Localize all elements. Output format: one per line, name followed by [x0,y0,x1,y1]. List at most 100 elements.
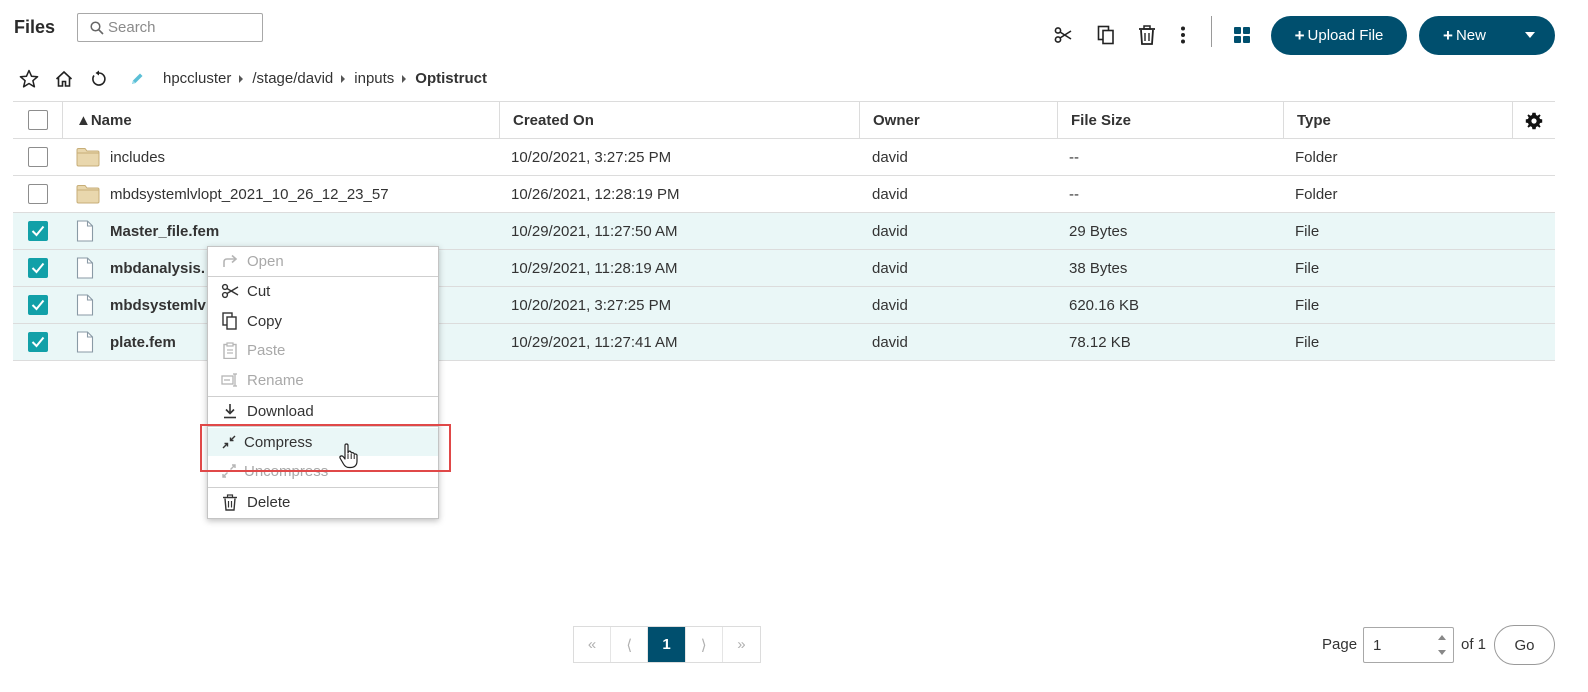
page-label: Page [1322,636,1358,653]
trash-icon [221,493,239,511]
annotation-highlight-box [200,424,451,472]
page-number-input[interactable] [1373,636,1435,654]
favorite-button[interactable] [19,69,39,89]
created-on-cell: 10/29/2021, 11:27:50 AM [511,222,678,240]
created-on-cell: 10/20/2021, 3:27:25 PM [511,296,672,314]
first-page-button[interactable]: « [574,627,612,662]
menu-item-delete[interactable]: Delete [208,488,438,516]
file-size-cell: 620.16 KB [1069,296,1140,314]
cut-toolbar-button[interactable] [1052,24,1074,46]
menu-item-copy-label: Copy [247,312,283,330]
file-name[interactable]: Master_file.fem [110,223,219,240]
breadcrumb-item-inputs[interactable]: inputs [354,70,394,87]
page-stepper[interactable] [1435,632,1449,658]
page-1-button[interactable]: 1 [648,627,686,662]
menu-item-copy[interactable]: Copy [208,307,438,335]
table-row[interactable]: mbdsystemlvlopt_2021_10_26_12_23_57 10/26… [13,176,1555,213]
upload-file-button[interactable]: + Upload File [1271,16,1407,55]
row-checkbox[interactable] [27,295,48,315]
row-select-cell [13,147,62,167]
name-cell[interactable]: plate.fem [76,324,176,360]
scissors-icon [221,282,239,300]
menu-item-rename[interactable]: Rename [208,366,438,394]
menu-item-download[interactable]: Download [208,397,438,425]
search-icon [90,20,104,35]
star-icon [19,69,39,88]
row-checkbox[interactable] [27,184,48,204]
type-cell: Folder [1295,185,1338,203]
select-all-cell [13,102,62,139]
refresh-button[interactable] [89,69,109,89]
search-box[interactable] [77,13,263,42]
chevron-up-icon[interactable] [1438,635,1446,640]
owner-cell: david [872,185,908,203]
chevron-down-icon[interactable] [1525,32,1535,38]
breadcrumb-caret-icon [239,74,244,83]
row-select-cell [13,332,62,352]
go-button[interactable]: Go [1494,625,1555,665]
table-row[interactable]: Master_file.fem 10/29/2021, 11:27:50 AM da… [13,213,1555,250]
name-cell[interactable]: mbdanalysis. [76,250,205,286]
breadcrumb-item-hpccluster[interactable]: hpccluster [163,70,231,87]
page-total-label: of 1 [1461,636,1487,653]
file-name[interactable]: plate.fem [110,334,176,351]
file-name[interactable]: mbdsystemlv [110,297,206,314]
edit-path-button[interactable] [127,69,147,89]
copy-toolbar-button[interactable] [1095,24,1117,46]
breadcrumb-current: Optistruct [415,70,487,87]
home-icon [55,70,73,87]
name-cell[interactable]: includes [76,139,165,175]
new-button[interactable]: + New [1419,16,1555,55]
menu-item-paste-label: Paste [247,341,286,359]
column-header-owner[interactable]: Owner [859,102,1057,139]
trash-icon [1139,25,1155,45]
owner-cell: david [872,222,908,240]
created-on-cell: 10/29/2021, 11:28:19 AM [511,259,678,277]
chevron-down-icon[interactable] [1438,650,1446,655]
breadcrumb-caret-icon [341,74,346,83]
more-options-button[interactable] [1172,24,1194,46]
row-checkbox[interactable] [27,332,48,352]
pencil-icon [132,73,143,84]
grid-view-button[interactable] [1231,24,1253,46]
file-name[interactable]: includes [110,149,165,166]
column-header-file-size[interactable]: File Size [1057,102,1283,139]
table-row[interactable]: includes 10/20/2021, 3:27:25 PM david -- Fol… [13,139,1555,176]
owner-cell: david [872,148,908,166]
menu-item-open[interactable]: Open [208,247,438,275]
column-header-created-on[interactable]: Created On [499,102,859,139]
type-cell: File [1295,296,1320,314]
name-cell[interactable]: mbdsystemlvlopt_2021_10_26_12_23_57 [76,176,389,212]
row-checkbox[interactable] [27,221,48,241]
name-cell[interactable]: Master_file.fem [76,213,219,249]
breadcrumb-item-stage-david[interactable]: /stage/david [252,70,333,87]
delete-toolbar-button[interactable] [1136,24,1158,46]
grid-icon [1234,27,1250,43]
menu-item-cut[interactable]: Cut [208,277,438,305]
row-select-cell [13,258,62,278]
row-checkbox[interactable] [27,258,48,278]
next-page-button[interactable]: ⟩ [686,627,723,662]
name-cell[interactable]: mbdsystemlv [76,287,206,323]
created-on-cell: 10/20/2021, 3:27:25 PM [511,148,672,166]
home-button[interactable] [54,69,74,89]
type-cell: File [1295,259,1320,277]
prev-page-button[interactable]: ⟨ [611,627,649,662]
column-settings-button[interactable] [1512,102,1555,139]
file-name[interactable]: mbdsystemlvlopt_2021_10_26_12_23_57 [110,186,389,203]
select-all-checkbox[interactable] [27,110,48,130]
menu-item-paste[interactable]: Paste [208,336,438,364]
download-icon [221,402,239,420]
upload-file-label: Upload File [1307,27,1384,44]
row-checkbox[interactable] [27,147,48,167]
menu-item-open-label: Open [247,252,284,270]
column-header-name[interactable]: ▲Name [62,102,499,139]
file-name[interactable]: mbdanalysis. [110,260,205,277]
gear-icon [1525,112,1543,129]
file-size-cell: 38 Bytes [1069,259,1128,277]
page-number-field[interactable] [1363,627,1454,663]
column-header-type[interactable]: Type [1283,102,1512,139]
type-cell: Folder [1295,148,1338,166]
last-page-button[interactable]: » [723,627,760,662]
search-input[interactable] [108,19,258,36]
